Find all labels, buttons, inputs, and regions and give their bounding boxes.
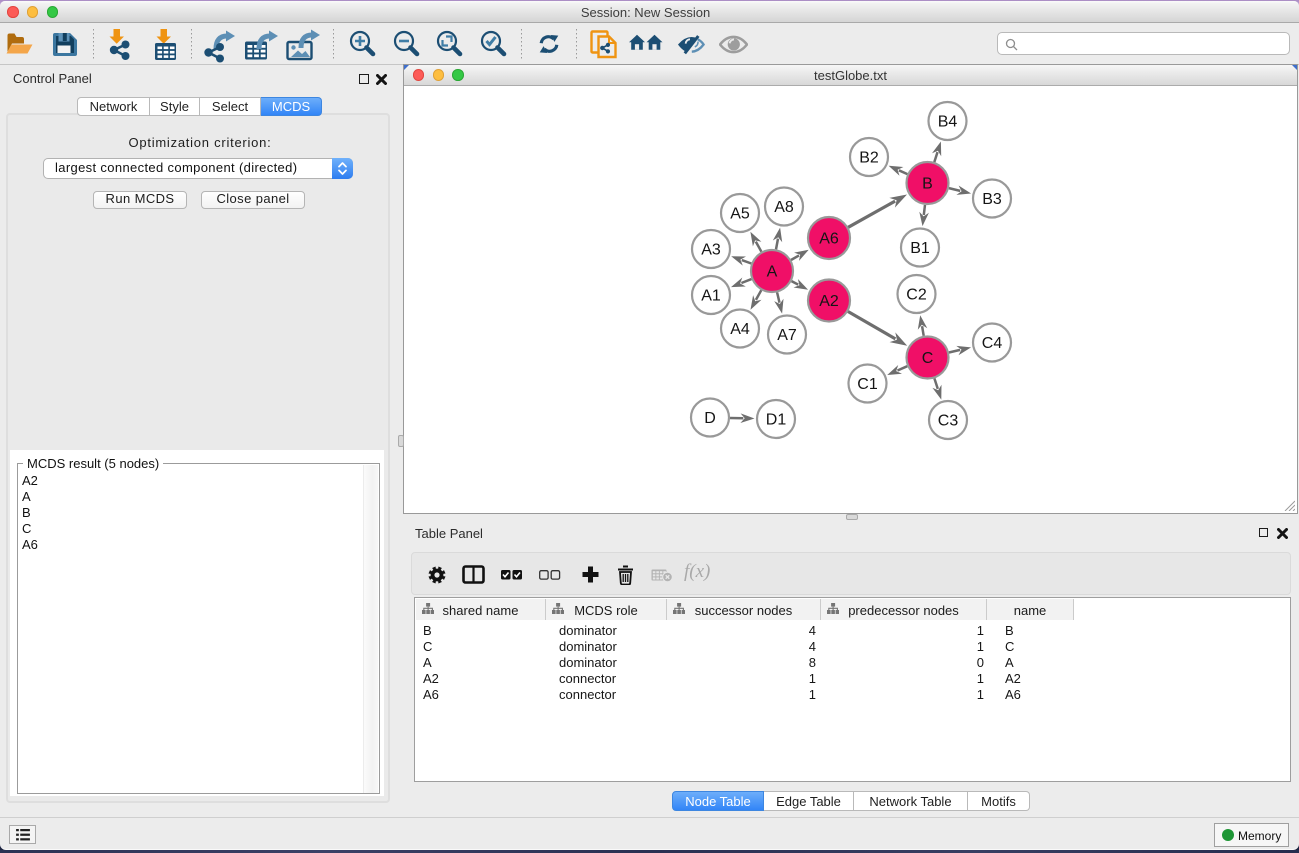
svg-text:C2: C2 bbox=[906, 287, 927, 304]
svg-text:A4: A4 bbox=[730, 321, 750, 338]
svg-text:A6: A6 bbox=[819, 231, 839, 248]
svg-text:B: B bbox=[922, 176, 933, 193]
svg-text:D: D bbox=[704, 410, 716, 427]
svg-text:C1: C1 bbox=[857, 376, 878, 393]
svg-text:A8: A8 bbox=[774, 199, 794, 216]
svg-text:C3: C3 bbox=[938, 413, 959, 430]
svg-text:C: C bbox=[922, 350, 934, 367]
svg-text:A1: A1 bbox=[701, 288, 721, 305]
svg-text:B3: B3 bbox=[982, 191, 1002, 208]
svg-text:A: A bbox=[767, 264, 778, 281]
svg-text:B1: B1 bbox=[910, 240, 930, 257]
svg-text:C4: C4 bbox=[982, 335, 1003, 352]
svg-text:D1: D1 bbox=[766, 412, 787, 429]
svg-text:A3: A3 bbox=[701, 242, 721, 259]
svg-text:B4: B4 bbox=[938, 114, 958, 131]
svg-text:A7: A7 bbox=[777, 327, 797, 344]
svg-text:A5: A5 bbox=[730, 206, 750, 223]
svg-text:B2: B2 bbox=[859, 150, 879, 167]
svg-text:A2: A2 bbox=[819, 293, 839, 310]
